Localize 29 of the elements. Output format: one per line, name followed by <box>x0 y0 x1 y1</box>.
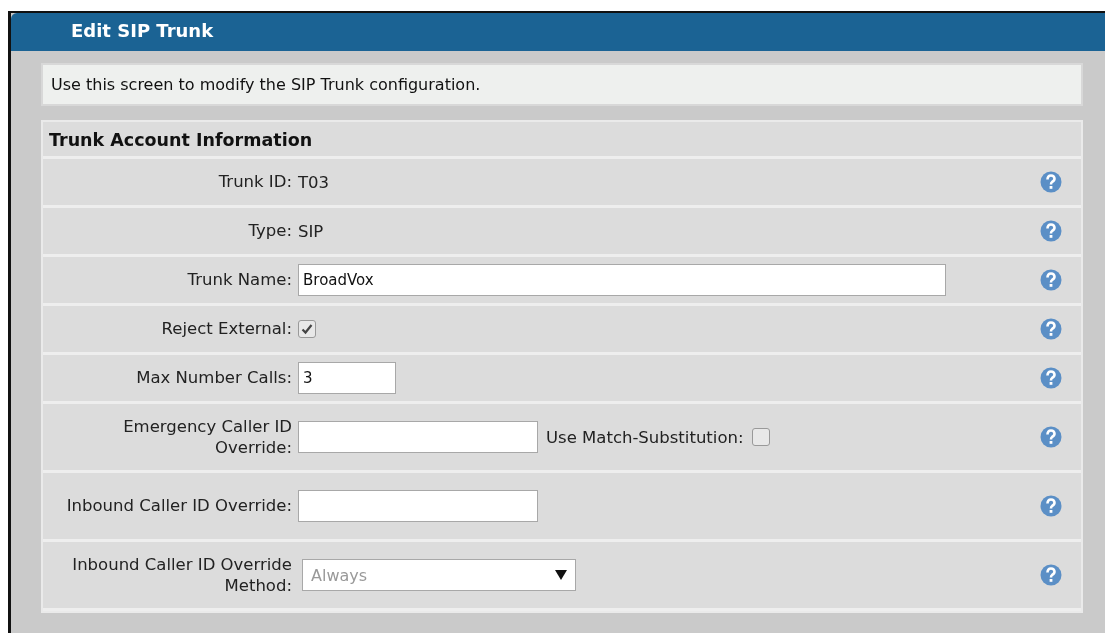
field-label: Use Match-Substitution: <box>546 427 744 447</box>
input-field[interactable]: BroadVox <box>298 264 946 296</box>
input-field[interactable] <box>298 421 538 453</box>
section-title: Trunk Account Information <box>43 122 1081 159</box>
field-label: Inbound Caller ID Override: <box>65 495 293 517</box>
help-icon[interactable] <box>1040 564 1062 586</box>
input-field[interactable]: 3 <box>298 362 396 394</box>
help-icon[interactable] <box>1040 269 1062 291</box>
checkbox[interactable] <box>298 320 316 338</box>
field-label: Inbound Caller ID Override Method: <box>71 553 293 597</box>
help-icon[interactable] <box>1040 426 1062 448</box>
help-icon[interactable] <box>1040 318 1062 340</box>
input-field[interactable] <box>298 490 538 522</box>
field-label: Max Number Calls: <box>135 367 293 389</box>
field-label: Emergency Caller ID Override: <box>122 415 293 459</box>
caret-icon <box>555 570 567 580</box>
help-icon[interactable] <box>1040 367 1062 389</box>
checkbox[interactable] <box>751 428 770 446</box>
field-label: Trunk ID: <box>217 171 293 193</box>
help-icon[interactable] <box>1040 171 1062 193</box>
panel-title: Edit SIP Trunk <box>11 13 1105 51</box>
field-value: T03 <box>298 172 330 192</box>
field-label: Reject External: <box>160 318 293 340</box>
help-icon[interactable] <box>1040 220 1062 242</box>
field-label: Trunk Name: <box>186 269 293 291</box>
help-icon[interactable] <box>1040 495 1062 517</box>
field-label: Type: <box>247 220 293 242</box>
description: Use this screen to modify the SIP Trunk configuration. <box>41 63 1083 106</box>
field-value: SIP <box>298 221 324 241</box>
